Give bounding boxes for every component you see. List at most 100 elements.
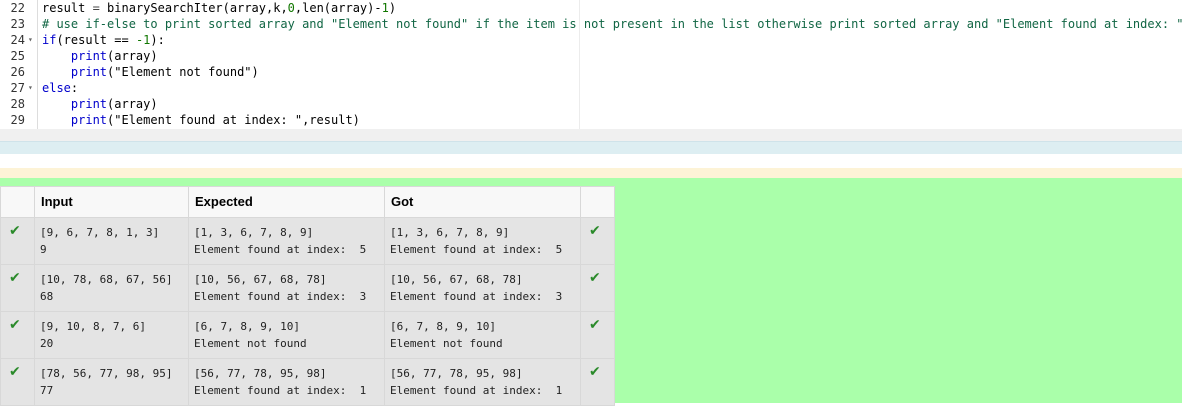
check-icon: ✔ [589,223,601,239]
line-number: 24 [10,33,25,47]
line-number: 26 [10,65,25,79]
got-value-cell: [56, 77, 78, 95, 98] Element found at in… [384,358,581,406]
code-token: print [70,97,108,111]
code-line[interactable]: 27 ▾ else: [0,80,1182,96]
expected-value: [56, 77, 78, 95, 98] Element found at in… [194,367,367,397]
code-line[interactable]: 22 result = binarySearchIter(array,k,0,le… [0,0,1182,16]
code-text: print("Element found at index: ",result) [42,112,360,128]
code-token: ): [150,33,165,47]
check-icon-cell: ✔ [580,217,615,265]
editor-horizontal-scrollbar[interactable] [0,129,1182,141]
check-icon-cell: ✔ [0,264,35,312]
code-token: if [42,33,57,47]
check-icon-cell: ✔ [0,217,35,265]
check-icon-cell: ✔ [580,311,615,359]
code-token: print [70,113,108,127]
code-token: ) [388,1,397,15]
input-value-cell: [10, 78, 68, 67, 56] 68 [34,264,189,312]
code-line[interactable]: 24 ▾ if(result == -1): [0,32,1182,48]
code-token: (result == [56,33,136,47]
expected-value: [10, 56, 67, 68, 78] Element found at in… [194,273,367,303]
expected-value: [6, 7, 8, 9, 10] Element not found [194,320,307,350]
code-line[interactable]: 28 print(array) [0,96,1182,112]
expected-value-cell: [1, 3, 6, 7, 8, 9] Element found at inde… [188,217,385,265]
table-row: ✔ [9, 10, 8, 7, 6] 20 [6, 7, 8, 9, 10] Ele… [0,311,615,359]
check-icon-cell: ✔ [0,358,35,406]
line-number: 23 [10,17,25,31]
header-result [580,186,615,218]
code-token: print [70,49,108,63]
code-token: -1 [135,33,151,47]
separator-band [0,168,1182,178]
input-value: [10, 78, 68, 67, 56] 68 [40,273,173,303]
table-row: ✔ [9, 6, 7, 8, 1, 3] 9 [1, 3, 6, 7, 8, 9] … [0,217,615,265]
code-line[interactable]: 29 print("Element found at index: ",resu… [0,112,1182,128]
check-icon: ✔ [589,270,601,286]
table-row: ✔ [10, 78, 68, 67, 56] 68 [10, 56, 67, 68,… [0,264,615,312]
code-line[interactable]: 25 print(array) [0,48,1182,64]
header-got: Got [384,186,581,218]
got-value: [1, 3, 6, 7, 8, 9] Element found at inde… [390,226,563,256]
fold-toggle-icon[interactable]: ▾ [28,80,33,96]
check-icon: ✔ [9,364,21,380]
separator-band [0,141,1182,154]
got-value-cell: [6, 7, 8, 9, 10] Element not found [384,311,581,359]
check-icon: ✔ [9,223,21,239]
got-value: [56, 77, 78, 95, 98] Element found at in… [390,367,563,397]
expected-value-cell: [56, 77, 78, 95, 98] Element found at in… [188,358,385,406]
code-text: if(result == -1): [42,32,165,48]
table-header-row: Input Expected Got [0,186,615,218]
code-token: # use if-else to print sorted array and … [42,17,1182,31]
code-line[interactable]: 26 print("Element not found") [0,64,1182,80]
line-number: 28 [10,97,25,111]
got-value: [10, 56, 67, 68, 78] Element found at in… [390,273,563,303]
header-expected: Expected [188,186,385,218]
input-value-cell: [9, 6, 7, 8, 1, 3] 9 [34,217,189,265]
expected-value-cell: [10, 56, 67, 68, 78] Element found at in… [188,264,385,312]
input-value: [78, 56, 77, 98, 95] 77 [40,367,173,397]
code-token: result [42,1,86,15]
check-icon-cell: ✔ [580,358,615,406]
code-text: print(array) [42,48,158,64]
code-token: 0 [287,1,295,15]
check-icon: ✔ [9,270,21,286]
line-number: 29 [10,113,25,127]
code-token: = [85,1,108,15]
code-token: 1 [381,1,389,15]
header-input: Input [34,186,189,218]
code-token: (array) [107,97,158,111]
line-number: 27 [10,81,25,95]
code-line[interactable]: 23 # use if-else to print sorted array an… [0,16,1182,32]
got-value-cell: [10, 56, 67, 68, 78] Element found at in… [384,264,581,312]
expected-value-cell: [6, 7, 8, 9, 10] Element not found [188,311,385,359]
check-icon-cell: ✔ [0,311,35,359]
got-value: [6, 7, 8, 9, 10] Element not found [390,320,503,350]
input-value: [9, 10, 8, 7, 6] 20 [40,320,146,350]
input-value-cell: [9, 10, 8, 7, 6] 20 [34,311,189,359]
input-value: [9, 6, 7, 8, 1, 3] 9 [40,226,160,256]
test-results-panel: Input Expected Got ✔ [9, 6, 7, 8, 1, 3] 9… [0,178,1182,406]
code-token: : [70,81,79,95]
code-text: # use if-else to print sorted array and … [42,16,1182,32]
check-icon: ✔ [589,364,601,380]
expected-value: [1, 3, 6, 7, 8, 9] Element found at inde… [194,226,367,256]
code-token: ("Element not found") [107,65,259,79]
fold-toggle-icon[interactable]: ▾ [28,32,33,48]
code-token: print [70,65,108,79]
code-text: result = binarySearchIter(array,k,0,len(… [42,0,396,16]
line-number: 25 [10,49,25,63]
code-token: else [42,81,71,95]
code-token: ,len(array)- [294,1,382,15]
got-value-cell: [1, 3, 6, 7, 8, 9] Element found at inde… [384,217,581,265]
check-icon: ✔ [9,317,21,333]
code-token: (array) [107,49,158,63]
line-number: 22 [10,1,25,15]
check-icon-cell: ✔ [580,264,615,312]
code-token: ("Element found at index: ",result) [107,113,360,127]
code-text: print(array) [42,96,158,112]
code-text: print("Element not found") [42,64,259,80]
code-editor[interactable]: 22 result = binarySearchIter(array,k,0,le… [0,0,1182,129]
